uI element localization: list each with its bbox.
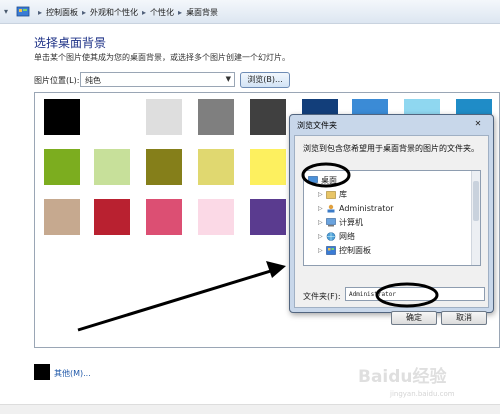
folder-label: 文件夹(F):: [303, 292, 341, 301]
page-title: 选择桌面背景: [34, 36, 107, 50]
color-swatch[interactable]: [94, 149, 130, 185]
tree-item-label: 计算机: [339, 218, 363, 227]
tree-item-label: 库: [339, 190, 347, 199]
folder-input[interactable]: Administrator: [345, 287, 485, 301]
other-color-swatch[interactable]: [34, 364, 50, 380]
tree-item-administrator[interactable]: ▷ Administrator: [318, 202, 394, 215]
breadcrumb-separator: ▸: [82, 7, 87, 17]
expand-arrow-icon[interactable]: ▷: [318, 205, 324, 212]
footer-bar: [0, 404, 500, 414]
other-color-link[interactable]: 其他(M)...: [54, 368, 91, 379]
chevron-down-icon: ▼: [225, 75, 231, 83]
color-swatch[interactable]: [94, 99, 130, 135]
nav-dropdown-icon[interactable]: ▾: [4, 7, 14, 17]
dialog-body: 浏览到包含您希望用于桌面背景的图片的文件夹。 桌面 ▷ 库 ▷ Administ…: [294, 135, 489, 325]
watermark-url: jingyan.baidu.com: [390, 390, 455, 398]
color-swatch[interactable]: [146, 199, 182, 235]
desktop-icon: [308, 176, 318, 185]
scrollbar-thumb[interactable]: [473, 181, 479, 221]
dialog-title: 浏览文件夹: [297, 121, 337, 130]
color-swatch[interactable]: [94, 199, 130, 235]
color-swatch[interactable]: [250, 149, 286, 185]
breadcrumb-separator: ▸: [38, 7, 43, 17]
color-swatch[interactable]: [44, 149, 80, 185]
breadcrumb-personalization[interactable]: 个性化: [150, 7, 174, 18]
color-swatch[interactable]: [44, 199, 80, 235]
tree-item-label: 网络: [339, 232, 355, 241]
close-icon[interactable]: ✕: [469, 118, 487, 130]
color-swatch[interactable]: [146, 149, 182, 185]
color-swatch[interactable]: [146, 99, 182, 135]
expand-arrow-icon[interactable]: ▷: [318, 191, 324, 198]
breadcrumb: ▸ 控制面板 ▸ 外观和个性化 ▸ 个性化 ▸ 桌面背景: [16, 4, 456, 20]
picture-location-select[interactable]: 纯色 ▼: [80, 72, 235, 87]
breadcrumb-appearance[interactable]: 外观和个性化: [90, 7, 138, 18]
browse-folder-dialog: 浏览文件夹 ✕ 浏览到包含您希望用于桌面背景的图片的文件夹。 桌面 ▷ 库 ▷ …: [289, 114, 494, 325]
tree-scrollbar[interactable]: [471, 171, 480, 265]
picture-location-value: 纯色: [85, 76, 101, 85]
folder-tree: 桌面 ▷ 库 ▷ Administrator ▷ 计算机 ▷ 网络 ▷ 控制面板: [303, 170, 481, 266]
expand-arrow-icon[interactable]: ▷: [318, 247, 324, 254]
page-description: 单击某个图片使其成为您的桌面背景，或选择多个图片创建一个幻灯片。: [34, 53, 290, 62]
tree-item-label: Administrator: [339, 204, 394, 213]
control-panel-icon: [326, 246, 336, 255]
breadcrumb-separator: ▸: [178, 7, 183, 17]
tree-item-desktop[interactable]: 桌面: [308, 174, 337, 187]
tree-item-label: 控制面板: [339, 246, 371, 255]
color-swatch[interactable]: [198, 149, 234, 185]
tree-item-control-panel[interactable]: ▷ 控制面板: [318, 244, 371, 257]
watermark: Baidu经验: [358, 367, 447, 387]
cancel-button[interactable]: 取消: [441, 311, 487, 325]
browse-button[interactable]: 浏览(B)...: [240, 72, 290, 88]
user-folder-icon: [327, 204, 335, 213]
ok-button[interactable]: 确定: [391, 311, 437, 325]
tree-item-libraries[interactable]: ▷ 库: [318, 188, 347, 201]
computer-icon: [326, 218, 336, 227]
color-swatch[interactable]: [44, 99, 80, 135]
color-swatch[interactable]: [198, 99, 234, 135]
breadcrumb-control-panel[interactable]: 控制面板: [46, 7, 78, 18]
tree-item-computer[interactable]: ▷ 计算机: [318, 216, 363, 229]
breadcrumb-desktop-background[interactable]: 桌面背景: [186, 7, 218, 18]
network-icon: [326, 232, 336, 241]
control-panel-icon: [16, 6, 30, 17]
expand-arrow-icon[interactable]: ▷: [318, 233, 324, 240]
dialog-prompt: 浏览到包含您希望用于桌面背景的图片的文件夹。: [303, 144, 479, 153]
picture-location-label: 图片位置(L):: [34, 76, 80, 85]
color-swatch[interactable]: [198, 199, 234, 235]
library-icon: [326, 191, 336, 199]
color-swatch[interactable]: [250, 99, 286, 135]
tree-item-network[interactable]: ▷ 网络: [318, 230, 355, 243]
color-swatch[interactable]: [250, 199, 286, 235]
tree-item-label: 桌面: [321, 176, 337, 185]
address-bar: ▾ ▸ 控制面板 ▸ 外观和个性化 ▸ 个性化 ▸ 桌面背景: [0, 0, 500, 24]
expand-arrow-icon[interactable]: ▷: [318, 219, 324, 226]
breadcrumb-separator: ▸: [142, 7, 147, 17]
